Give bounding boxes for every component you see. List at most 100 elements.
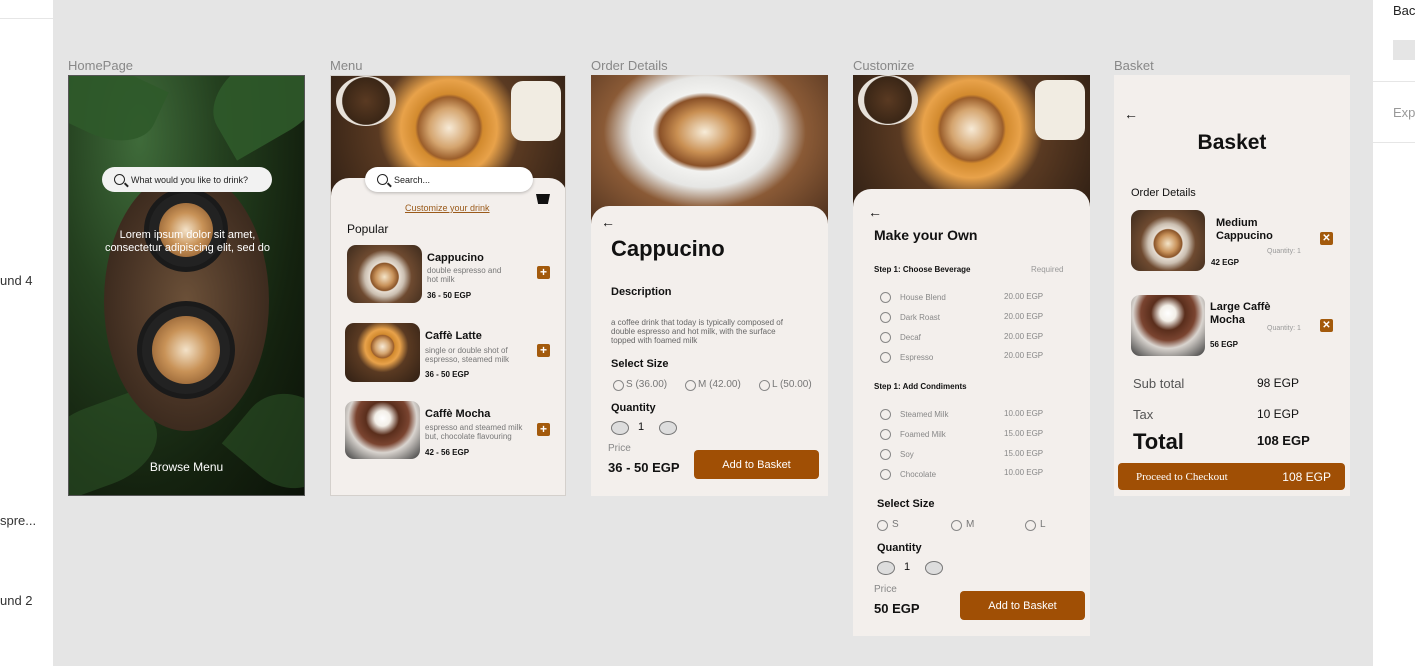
add-to-basket-button[interactable]: Add to Basket	[694, 450, 819, 479]
subtotal-label: Sub total	[1133, 376, 1185, 391]
price-value: 36 - 50 EGP	[608, 460, 680, 475]
item-thumbnail[interactable]	[345, 401, 420, 459]
item-thumbnail[interactable]	[347, 245, 422, 303]
item-name: Medium Cappucino	[1216, 217, 1273, 242]
layer-item[interactable]: und 2	[0, 593, 33, 608]
beverage-name: Dark Roast	[900, 313, 941, 322]
frame-label-order-details[interactable]: Order Details	[591, 58, 668, 73]
beverage-price: 20.00 EGP	[1004, 332, 1044, 341]
search-bar[interactable]: Search...	[365, 167, 533, 192]
beverage-radio[interactable]	[880, 352, 891, 363]
item-quantity: Quantity: 1	[1267, 248, 1301, 255]
frame-label-menu[interactable]: Menu	[330, 58, 363, 73]
quantity-value: 1	[904, 561, 911, 573]
quantity-heading: Quantity	[877, 542, 922, 554]
quantity-heading: Quantity	[611, 402, 656, 414]
quantity-value: 1	[638, 421, 645, 433]
description-text: a coffee drink that today is typically c…	[611, 318, 783, 345]
layer-item[interactable]: und 4	[0, 273, 33, 288]
condiment-radio[interactable]	[880, 429, 891, 440]
item-thumbnail[interactable]	[345, 323, 420, 382]
size-radio-m[interactable]	[951, 520, 962, 531]
size-option-label: S	[892, 519, 899, 530]
layers-panel: und 4 spre... und 2	[0, 0, 53, 666]
beverage-price: 20.00 EGP	[1004, 292, 1044, 301]
cart-icon[interactable]	[536, 194, 550, 204]
hero-text: Lorem ipsum dolor sit amet, consectetur …	[104, 229, 271, 254]
item-price: 42 EGP	[1211, 258, 1240, 267]
decrement-button[interactable]	[877, 561, 895, 575]
menu-frame: Search... Customize your drink Popular C…	[330, 75, 566, 496]
required-tag: Required	[1031, 265, 1064, 274]
divider	[1373, 81, 1415, 82]
subtotal-value: 98 EGP	[1257, 376, 1300, 390]
browse-menu-link[interactable]: Browse Menu	[69, 460, 304, 474]
condiment-name: Foamed Milk	[900, 430, 946, 439]
layer-item[interactable]: spre...	[0, 513, 36, 528]
coffee-cup-image	[137, 301, 235, 399]
condiment-price: 10.00 EGP	[1004, 468, 1044, 477]
frame-label-customize[interactable]: Customize	[853, 58, 914, 73]
beverage-radio[interactable]	[880, 312, 891, 323]
item-desc: espresso and steamed milk but, chocolate…	[425, 423, 523, 441]
milk-jug-image	[1035, 80, 1085, 140]
properties-panel: Bac Exp	[1373, 0, 1415, 666]
condiment-price: 10.00 EGP	[1004, 409, 1044, 418]
item-name: Cappucino	[427, 252, 484, 264]
search-bar[interactable]: What would you like to drink?	[102, 167, 272, 192]
remove-item-button[interactable]: ✕	[1320, 232, 1333, 245]
decrement-button[interactable]	[611, 421, 629, 435]
add-item-button[interactable]: +	[537, 423, 550, 436]
add-item-button[interactable]: +	[537, 266, 550, 279]
product-title: Cappucino	[611, 236, 725, 261]
frame-label-homepage[interactable]: HomePage	[68, 58, 133, 73]
export-label[interactable]: Exp	[1393, 105, 1415, 120]
item-price: 36 - 50 EGP	[425, 370, 470, 379]
condiment-radio[interactable]	[880, 469, 891, 480]
background-swatch[interactable]	[1393, 40, 1415, 60]
cappuccino-image	[591, 75, 828, 225]
beverage-price: 20.00 EGP	[1004, 312, 1044, 321]
frame-label-basket[interactable]: Basket	[1114, 58, 1154, 73]
beverage-radio[interactable]	[880, 332, 891, 343]
add-item-button[interactable]: +	[537, 344, 550, 357]
item-thumbnail	[1131, 210, 1205, 271]
price-label: Price	[608, 443, 631, 454]
beans-bowl-image	[336, 76, 396, 126]
size-option-label: M	[966, 519, 975, 530]
size-radio-s[interactable]	[877, 520, 888, 531]
condiment-radio[interactable]	[880, 449, 891, 460]
item-price: 36 - 50 EGP	[427, 291, 472, 300]
remove-item-button[interactable]: ✕	[1320, 319, 1333, 332]
increment-button[interactable]	[659, 421, 677, 435]
divider	[1373, 142, 1415, 143]
size-heading: Select Size	[877, 498, 935, 510]
item-desc: single or double shot of espresso, steam…	[425, 346, 510, 364]
size-radio-s[interactable]	[613, 380, 624, 391]
size-option-label: L (50.00)	[772, 379, 812, 390]
description-heading: Description	[611, 286, 672, 298]
total-label: Total	[1133, 429, 1184, 454]
size-radio-l[interactable]	[759, 380, 770, 391]
beverage-name: Decaf	[900, 333, 921, 342]
leaf-decoration	[69, 76, 169, 156]
item-thumbnail	[1131, 295, 1205, 356]
increment-button[interactable]	[925, 561, 943, 575]
item-desc: double espresso and hot milk	[427, 266, 502, 284]
size-radio-m[interactable]	[685, 380, 696, 391]
size-radio-l[interactable]	[1025, 520, 1036, 531]
order-details-frame: ← Cappucino Description a coffee drink t…	[591, 75, 828, 496]
back-arrow-icon[interactable]: ←	[1124, 106, 1138, 122]
condiment-radio[interactable]	[880, 409, 891, 420]
back-arrow-icon[interactable]: ←	[868, 204, 882, 220]
item-name: Caffè Latte	[425, 330, 482, 342]
condiment-price: 15.00 EGP	[1004, 449, 1044, 458]
customize-link[interactable]: Customize your drink	[405, 203, 490, 213]
back-arrow-icon[interactable]: ←	[601, 214, 615, 230]
checkout-button[interactable]: Proceed to Checkout 108 EGP	[1118, 463, 1345, 490]
add-to-basket-button[interactable]: Add to Basket	[960, 591, 1085, 620]
condiment-price: 15.00 EGP	[1004, 429, 1044, 438]
step-heading: Step 1: Add Condiments	[874, 382, 967, 391]
price-value: 50 EGP	[874, 601, 920, 616]
beverage-radio[interactable]	[880, 292, 891, 303]
